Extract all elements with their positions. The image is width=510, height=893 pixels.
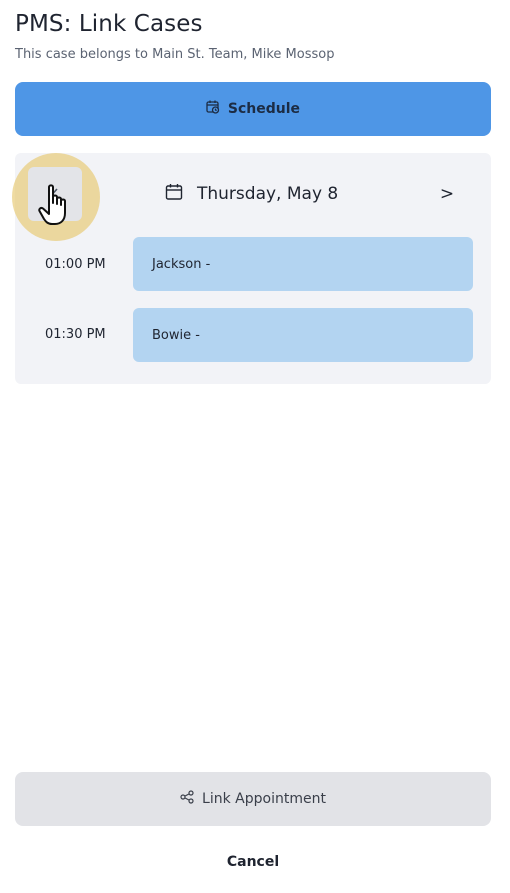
page-title: PMS: Link Cases	[15, 11, 203, 37]
appointment-slot-bowie[interactable]: Bowie -	[133, 308, 473, 362]
slot-time: 01:30 PM	[45, 327, 106, 342]
share-nodes-icon	[180, 790, 194, 808]
calendar-clock-icon	[206, 100, 220, 118]
chevron-right-icon: >	[439, 184, 455, 204]
link-appointment-button[interactable]: Link Appointment	[15, 772, 491, 826]
cancel-label: Cancel	[226, 854, 280, 870]
appointment-label: Bowie -	[152, 327, 200, 343]
previous-day-button[interactable]	[28, 167, 82, 221]
schedule-panel: Thursday, May 8 > 01:00 PM Jackson - 01:…	[12, 153, 491, 384]
appointment-label: Jackson -	[152, 256, 211, 272]
chevron-left-icon	[51, 184, 59, 205]
schedule-button[interactable]: Schedule	[15, 82, 491, 136]
cancel-button[interactable]: Cancel	[205, 848, 301, 876]
date-label: Thursday, May 8	[197, 184, 339, 204]
link-cases-page: PMS: Link Cases This case belongs to Mai…	[0, 0, 510, 893]
selected-date: Thursday, May 8	[165, 181, 338, 207]
next-day-button[interactable]: >	[435, 181, 459, 207]
schedule-button-label: Schedule	[227, 101, 301, 117]
slot-time: 01:00 PM	[45, 257, 106, 272]
calendar-icon	[165, 183, 183, 206]
case-owner-subtitle: This case belongs to Main St. Team, Mike…	[15, 47, 335, 62]
link-appointment-label: Link Appointment	[202, 791, 326, 807]
appointment-slot-jackson[interactable]: Jackson -	[133, 237, 473, 291]
